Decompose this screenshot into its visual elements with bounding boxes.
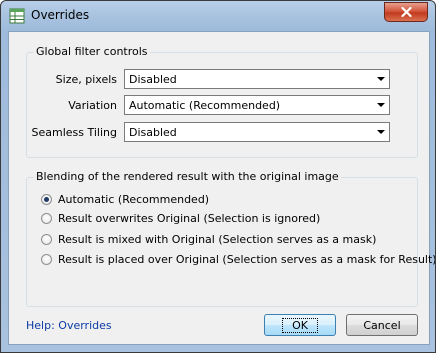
chevron-down-icon bbox=[377, 103, 385, 107]
seamless-tiling-select[interactable]: Disabled bbox=[124, 122, 390, 142]
ok-label: OK bbox=[282, 317, 318, 333]
radio-button[interactable] bbox=[41, 194, 52, 205]
radio-button[interactable] bbox=[41, 213, 52, 224]
variation-value: Automatic (Recommended) bbox=[129, 99, 281, 112]
variation-label: Variation bbox=[68, 99, 117, 112]
title-bar[interactable]: Overrides bbox=[1, 1, 435, 31]
help-link[interactable]: Help: Overrides bbox=[26, 319, 112, 332]
radio-button[interactable] bbox=[41, 254, 52, 265]
close-icon bbox=[400, 7, 412, 17]
radio-label: Automatic (Recommended) bbox=[58, 193, 210, 206]
blending-legend: Blending of the rendered result with the… bbox=[34, 170, 341, 183]
chevron-down-icon bbox=[377, 130, 385, 134]
radio-label: Result is mixed with Original (Selection… bbox=[58, 233, 377, 246]
table-icon bbox=[9, 8, 25, 24]
radio-label: Result is placed over Original (Selectio… bbox=[58, 253, 436, 266]
variation-select[interactable]: Automatic (Recommended) bbox=[124, 95, 390, 115]
radio-label: Result overwrites Original (Selection is… bbox=[58, 212, 321, 225]
chevron-down-icon bbox=[377, 77, 385, 81]
cancel-button[interactable]: Cancel bbox=[346, 314, 418, 336]
close-button[interactable] bbox=[384, 2, 428, 22]
size-pixels-label: Size, pixels bbox=[55, 73, 117, 86]
seamless-tiling-label: Seamless Tiling bbox=[31, 126, 118, 139]
radio-button[interactable] bbox=[41, 234, 52, 245]
size-pixels-select[interactable]: Disabled bbox=[124, 69, 390, 89]
window-title: Overrides bbox=[31, 8, 90, 22]
global-filter-controls-legend: Global filter controls bbox=[34, 45, 150, 58]
overrides-dialog: Overrides Global filter controls Size, p… bbox=[0, 0, 436, 353]
dialog-client-area: Global filter controls Size, pixels Disa… bbox=[8, 31, 435, 345]
ok-button[interactable]: OK bbox=[264, 314, 336, 336]
cancel-label: Cancel bbox=[363, 318, 401, 332]
seamless-tiling-value: Disabled bbox=[129, 126, 177, 139]
size-pixels-value: Disabled bbox=[129, 73, 177, 86]
